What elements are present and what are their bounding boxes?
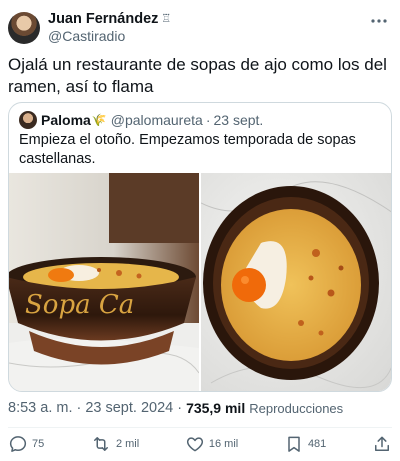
author-display-name[interactable]: Juan Fernández [48, 11, 158, 28]
quoted-separator: · [205, 112, 211, 128]
tweet-text: Ojalá un restaurante de sopas de ajo com… [8, 55, 387, 96]
retweet-count: 2 mil [115, 438, 140, 450]
share-icon [372, 434, 392, 454]
media-photo-bowl-top[interactable] [201, 173, 391, 391]
reply-count: 75 [32, 438, 45, 450]
views-count: 735,9 mil [186, 400, 246, 416]
reply-icon [8, 434, 28, 454]
quoted-date: 23 sept. [213, 112, 264, 128]
tweet-date[interactable]: 23 sept. 2024 [85, 400, 173, 416]
bookmark-count: 481 [307, 438, 327, 450]
quoted-tweet-text: Empieza el otoño. Empezamos temporada de… [19, 132, 356, 167]
views-label: Reproducciones [249, 400, 344, 416]
tweet-time[interactable]: 8:53 a. m. [8, 400, 72, 416]
bookmark-button[interactable]: 481 [284, 434, 326, 454]
quoted-media: Sopa Ca [9, 173, 391, 391]
divider [8, 427, 392, 428]
retweet-button[interactable]: 2 mil [90, 434, 139, 454]
quoted-author-avatar [19, 111, 37, 129]
like-button[interactable]: 16 mil [185, 434, 238, 454]
bowl-lettering: Sopa Ca [25, 290, 134, 320]
media-photo-bowl-side[interactable]: Sopa Ca [9, 173, 199, 391]
quoted-tweet[interactable]: Paloma 🌾 @palomaureta · 23 sept. Empieza… [8, 102, 392, 392]
author-name-row: Juan Fernández ♖ [48, 11, 171, 28]
action-bar: 75 2 mil 16 mil 481 [8, 432, 392, 456]
tweet: Juan Fernández ♖ @Castiradio Ojalá un re… [0, 0, 400, 461]
tweet-meta: 8:53 a. m. · 23 sept. 2024 · 735,9 mil R… [8, 400, 343, 416]
retweet-icon [90, 434, 112, 454]
heart-icon [185, 434, 205, 454]
quoted-author-handle: @palomaureta [110, 112, 203, 128]
meta-separator: · [76, 400, 82, 416]
author-name-badge: ♖ [161, 13, 172, 25]
meta-separator-2: · [177, 400, 183, 416]
tweet-header: Juan Fernández ♖ @Castiradio [8, 10, 392, 46]
quoted-tweet-header: Paloma 🌾 @palomaureta · 23 sept. [19, 111, 263, 129]
like-count: 16 mil [208, 438, 239, 450]
wheat-emoji-icon: 🌾 [91, 113, 107, 127]
bookmark-icon [284, 434, 304, 454]
more-options-icon[interactable] [370, 12, 388, 35]
author-names: Juan Fernández ♖ @Castiradio [48, 11, 171, 45]
author-handle[interactable]: @Castiradio [48, 28, 171, 45]
quoted-author-name: Paloma [41, 112, 91, 128]
reply-button[interactable]: 75 [8, 434, 44, 454]
author-avatar[interactable] [8, 12, 40, 44]
share-button[interactable] [372, 434, 392, 454]
